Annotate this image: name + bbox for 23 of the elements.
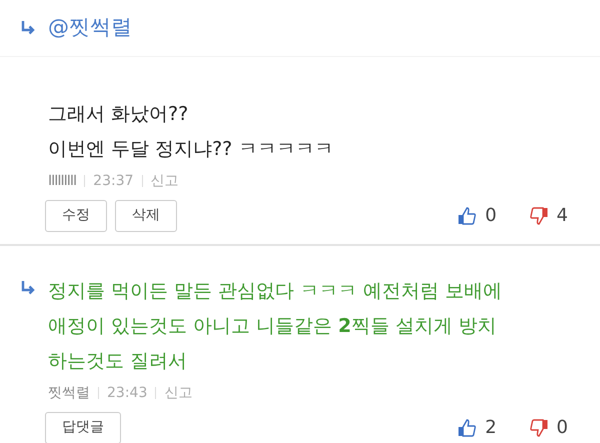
thumbs-down-icon — [528, 206, 549, 226]
thumbs-up-icon — [457, 206, 478, 226]
comment-time: 23:37 — [93, 172, 134, 190]
dislike-count: 0 — [556, 416, 568, 440]
thumbs-up-icon — [457, 418, 478, 438]
comment-action-button[interactable]: 삭제 — [115, 200, 177, 232]
comment-text: 정지를 먹이든 말든 관심없다 ㅋㅋㅋ 예전처럼 보배에 — [48, 278, 502, 304]
dislike-count: 4 — [556, 204, 568, 228]
like-count: 0 — [485, 204, 497, 228]
author-name: 찟썩렬 — [48, 384, 90, 402]
thumbs-down-icon — [528, 418, 549, 438]
author-name: IIIIIIIII — [48, 172, 76, 190]
comment-text: 하는것도 질려서 — [48, 348, 188, 374]
reply-arrow-icon — [20, 20, 36, 36]
comment-time: 23:43 — [107, 384, 148, 402]
comment-action-button[interactable]: 수정 — [45, 200, 107, 232]
comment-text: 이번엔 두달 정지냐?? ㅋㅋㅋㅋㅋ — [48, 136, 334, 162]
like-count: 2 — [485, 416, 497, 440]
mention-link[interactable]: @찟썩렬 — [48, 12, 132, 44]
comment-text: 애정이 있는것도 아니고 니들같은 2찍들 설치게 방치 — [48, 314, 498, 338]
comment-text: 그래서 화났어?? — [48, 102, 190, 126]
comment-action-button[interactable]: 답댓글 — [45, 412, 121, 443]
reply-arrow-icon — [20, 280, 36, 296]
